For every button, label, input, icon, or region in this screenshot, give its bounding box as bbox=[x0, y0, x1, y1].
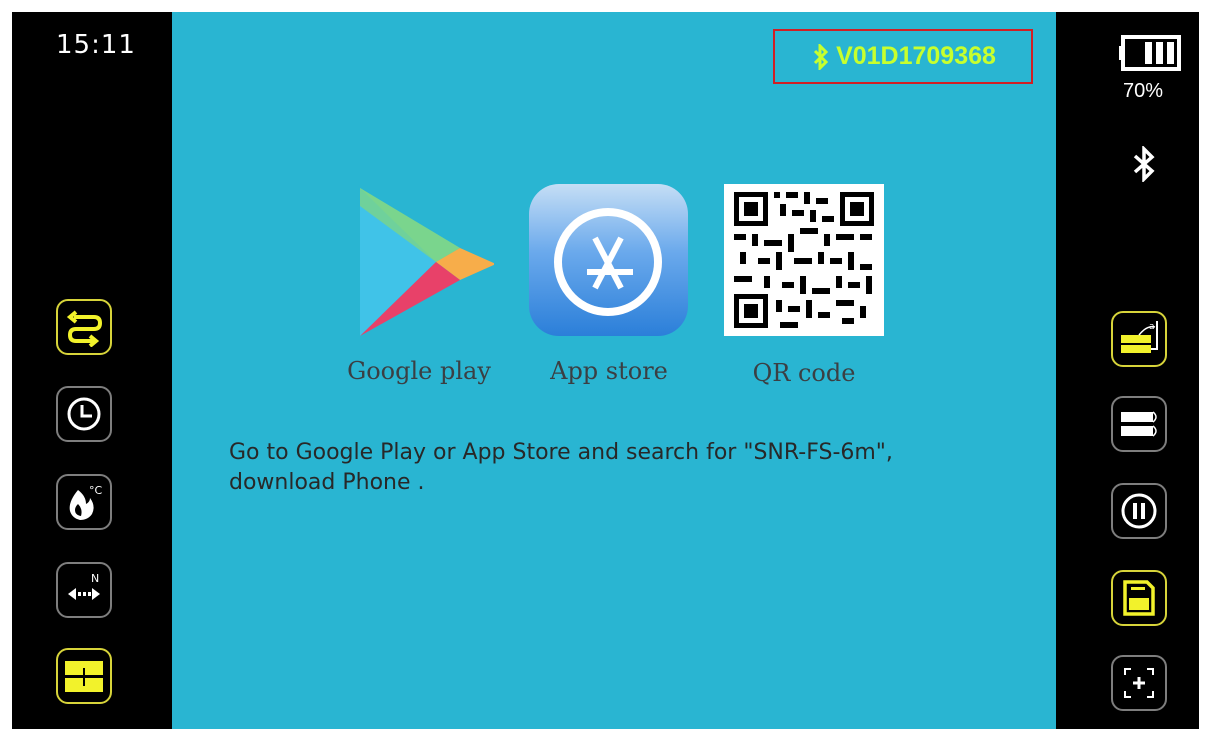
fullscreen-target-button[interactable] bbox=[1111, 655, 1167, 711]
app-store-label: App store bbox=[550, 357, 668, 385]
stack-mode-button[interactable] bbox=[1111, 396, 1167, 452]
crosshair-icon bbox=[1124, 668, 1154, 698]
serial-number: V01D1709368 bbox=[836, 42, 996, 70]
save-icon bbox=[1123, 580, 1155, 616]
bluetooth-status-icon bbox=[1133, 146, 1155, 182]
clock-time: 15:11 bbox=[56, 30, 136, 60]
app-store-link[interactable] bbox=[529, 184, 688, 336]
temperature-button[interactable]: °C bbox=[56, 474, 112, 530]
pause-icon bbox=[1121, 493, 1157, 529]
level-measure-button[interactable]: a bbox=[1111, 311, 1167, 367]
bluetooth-icon bbox=[814, 43, 829, 70]
level-measure-icon: a bbox=[1121, 321, 1158, 353]
device-serial-badge: V01D1709368 bbox=[773, 29, 1033, 84]
stack-icon bbox=[1121, 411, 1157, 437]
battery-percentage: 70% bbox=[1123, 80, 1164, 102]
timer-icon bbox=[67, 397, 101, 431]
svg-text:N: N bbox=[91, 572, 99, 585]
svg-text:°C: °C bbox=[89, 484, 103, 497]
instructions-text: Go to Google Play or App Store and searc… bbox=[229, 438, 1029, 498]
loop-arrows-icon bbox=[66, 310, 103, 347]
timer-button[interactable] bbox=[56, 386, 112, 442]
pause-button[interactable] bbox=[1111, 483, 1167, 539]
distance-mode-button[interactable]: N bbox=[56, 562, 112, 618]
distance-n-icon: N bbox=[68, 572, 100, 600]
device-screen: 15:11 °C N V01D1709368 Google play App s… bbox=[12, 12, 1199, 729]
battery-icon bbox=[1119, 35, 1181, 71]
app-store-icon bbox=[554, 208, 662, 316]
qr-code-label: QR code bbox=[752, 359, 856, 387]
google-play-label: Google play bbox=[347, 357, 491, 385]
loop-mode-button[interactable] bbox=[56, 299, 112, 355]
left-toolbar: 15:11 °C N bbox=[12, 12, 172, 729]
google-play-icon bbox=[360, 188, 496, 336]
qr-code-image bbox=[724, 184, 884, 336]
instructions-line-2: download Phone . bbox=[229, 470, 425, 495]
flame-celsius-icon: °C bbox=[69, 484, 103, 520]
instructions-line-1: Go to Google Play or App Store and searc… bbox=[229, 440, 893, 465]
svg-text:a: a bbox=[1149, 322, 1155, 332]
split-view-icon bbox=[65, 661, 103, 692]
qr-code-icon bbox=[734, 192, 874, 328]
save-button[interactable] bbox=[1111, 570, 1167, 626]
main-content: V01D1709368 Google play App store QR cod… bbox=[172, 12, 1056, 729]
google-play-link[interactable] bbox=[344, 184, 496, 339]
split-view-button[interactable] bbox=[56, 648, 112, 704]
